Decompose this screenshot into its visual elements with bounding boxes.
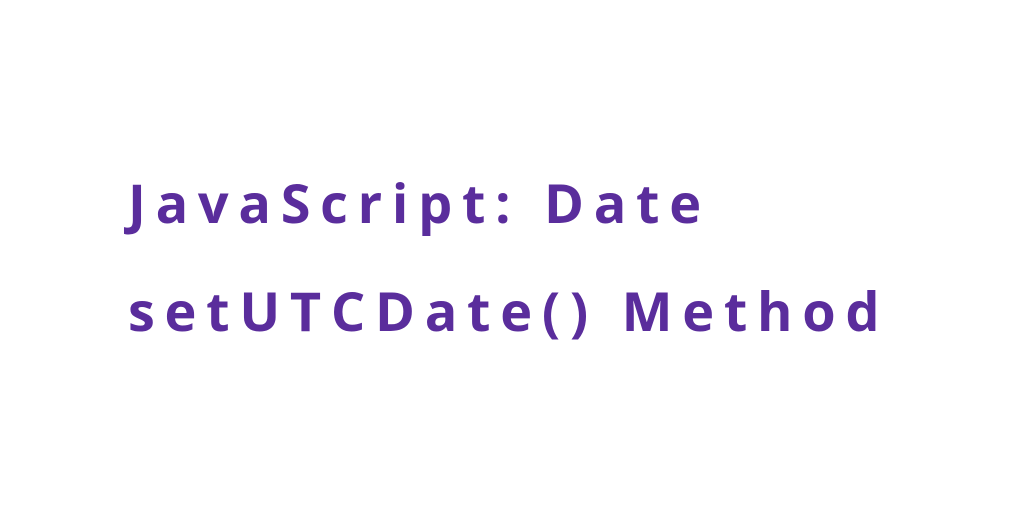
page-title: JavaScript: Date setUTCDate() Method bbox=[128, 148, 896, 364]
